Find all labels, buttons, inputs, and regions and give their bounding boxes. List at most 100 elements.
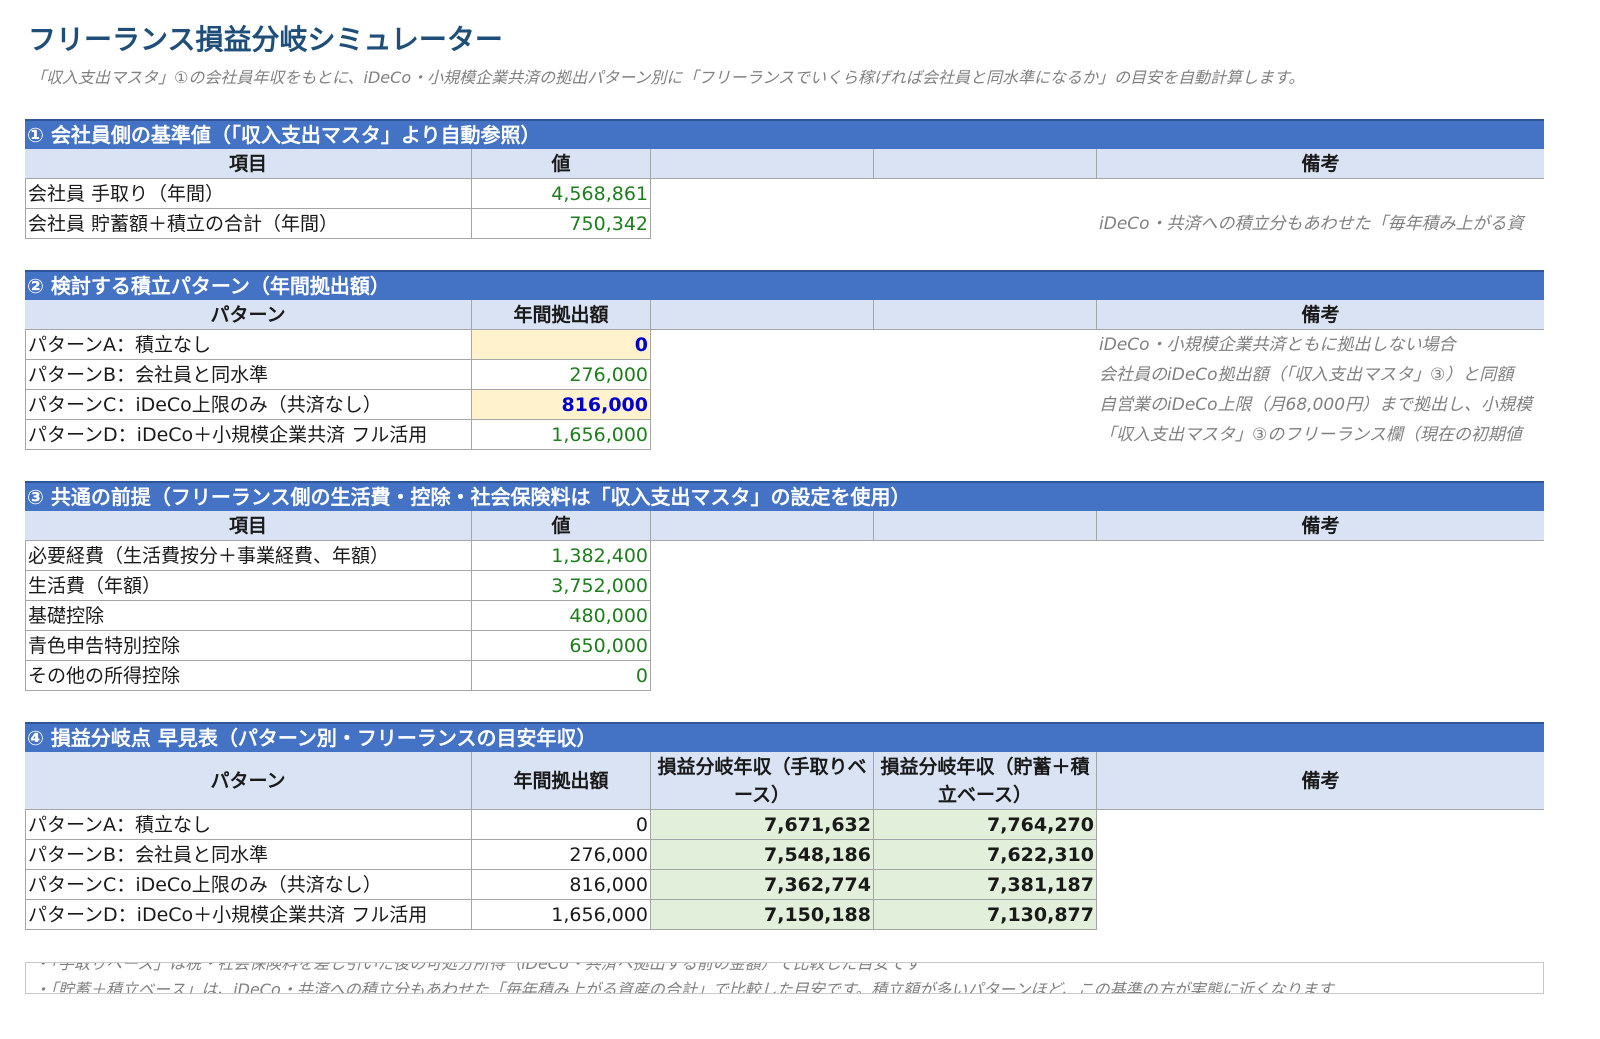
row-label[interactable]: パターンB：会社員と同水準 — [25, 360, 472, 390]
header-blank — [874, 511, 1097, 541]
row-label[interactable]: その他の所得控除 — [25, 661, 472, 691]
row-label[interactable]: パターンD：iDeCo＋小規模企業共済 フル活用 — [25, 900, 472, 930]
header-breakeven-takehome: 損益分岐年収（手取りベース） — [651, 752, 874, 810]
section-title: ① 会社員側の基準値（「収入支出マスタ」より自動参照） — [25, 119, 1544, 149]
breakeven-takehome[interactable]: 7,671,632 — [651, 810, 874, 840]
row-label[interactable]: パターンA：積立なし — [25, 330, 472, 360]
row-contribution[interactable]: 0 — [472, 810, 651, 840]
table-row: パターンC：iDeCo上限のみ（共済なし） 816,000 7,362,774 … — [25, 870, 1544, 900]
row-note[interactable]: iDeCo・小規模企業共済ともに拠出しない場合 — [1097, 330, 1544, 360]
header-blank — [874, 300, 1097, 330]
row-value[interactable]: 750,342 — [472, 209, 651, 239]
row-label[interactable]: 青色申告特別控除 — [25, 631, 472, 661]
row-label[interactable]: 生活費（年額） — [25, 571, 472, 601]
empty-cell[interactable] — [651, 209, 874, 239]
empty-cell[interactable] — [651, 360, 874, 390]
row-note[interactable]: 「収入支出マスタ」③のフリーランス欄（現在の初期値 — [1097, 420, 1544, 450]
row-label[interactable]: 会社員 貯蓄額＋積立の合計（年間） — [25, 209, 472, 239]
row-note[interactable]: 会社員のiDeCo拠出額（「収入支出マスタ」③）と同額 — [1097, 360, 1544, 390]
empty-cell[interactable] — [874, 390, 1097, 420]
section-title: ④ 損益分岐点 早見表（パターン別・フリーランスの目安年収） — [25, 722, 1544, 752]
empty-cell[interactable] — [874, 330, 1097, 360]
empty-cell[interactable] — [874, 179, 1097, 209]
page-title: フリーランス損益分岐シミュレーター — [28, 23, 503, 56]
breakeven-takehome[interactable]: 7,150,188 — [651, 900, 874, 930]
table-row: パターンB：会社員と同水準 276,000 7,548,186 7,622,31… — [25, 840, 1544, 870]
footnote-box[interactable]: ・「手取りベース」は税・社会保険料を差し引いた後の可処分所得（iDeCo・共済へ… — [25, 962, 1544, 994]
empty-cell[interactable] — [874, 420, 1097, 450]
breakeven-takehome[interactable]: 7,548,186 — [651, 840, 874, 870]
row-note[interactable] — [1097, 179, 1544, 209]
table-row: 生活費（年額） 3,752,000 — [25, 571, 1544, 601]
header-breakeven-savings: 損益分岐年収（貯蓄＋積立ベース） — [874, 752, 1097, 810]
footnote: ・「手取りベース」は税・社会保険料を差し引いた後の可処分所得（iDeCo・共済へ… — [34, 962, 921, 973]
table-row: 青色申告特別控除 650,000 — [25, 631, 1544, 661]
row-label[interactable]: 基礎控除 — [25, 601, 472, 631]
header-notes: 備考 — [1097, 511, 1544, 541]
table-row: 必要経費（生活費按分＋事業経費、年額） 1,382,400 — [25, 541, 1544, 571]
table-row: 基礎控除 480,000 — [25, 601, 1544, 631]
header-blank — [651, 300, 874, 330]
empty-cell[interactable] — [651, 420, 874, 450]
header-item: 項目 — [25, 149, 472, 179]
row-note[interactable]: 自営業のiDeCo上限（月68,000円）まで拠出し、小規模 — [1097, 390, 1544, 420]
row-label[interactable]: 必要経費（生活費按分＋事業経費、年額） — [25, 541, 472, 571]
row-value[interactable]: 480,000 — [472, 601, 651, 631]
header-value: 値 — [472, 511, 651, 541]
row-value[interactable]: 0 — [472, 661, 651, 691]
breakeven-savings[interactable]: 7,622,310 — [874, 840, 1097, 870]
empty-cell[interactable] — [874, 360, 1097, 390]
header-value: 値 — [472, 149, 651, 179]
table-row: 会社員 手取り（年間） 4,568,861 — [25, 179, 1544, 209]
row-value[interactable]: 4,568,861 — [472, 179, 651, 209]
section-breakeven-table: ④ 損益分岐点 早見表（パターン別・フリーランスの目安年収） パターン 年間拠出… — [25, 722, 1544, 930]
empty-cell[interactable] — [651, 390, 874, 420]
header-annual-contribution: 年間拠出額 — [472, 752, 651, 810]
header-row: パターン 年間拠出額 損益分岐年収（手取りベース） 損益分岐年収（貯蓄＋積立ベー… — [25, 752, 1544, 810]
header-pattern: パターン — [25, 300, 472, 330]
header-notes: 備考 — [1097, 752, 1544, 810]
table-row: パターンA：積立なし 0 iDeCo・小規模企業共済ともに拠出しない場合 — [25, 330, 1544, 360]
row-value[interactable]: 650,000 — [472, 631, 651, 661]
section-employee-baseline: ① 会社員側の基準値（「収入支出マスタ」より自動参照） 項目 値 備考 会社員 … — [25, 119, 1544, 239]
row-value[interactable]: 1,382,400 — [472, 541, 651, 571]
header-row: 項目 値 備考 — [25, 511, 1544, 541]
header-row: パターン 年間拠出額 備考 — [25, 300, 1544, 330]
header-item: 項目 — [25, 511, 472, 541]
contribution-input[interactable]: 816,000 — [472, 390, 651, 420]
header-pattern: パターン — [25, 752, 472, 810]
table-row: パターンD：iDeCo＋小規模企業共済 フル活用 1,656,000 7,150… — [25, 900, 1544, 930]
row-label[interactable]: パターンA：積立なし — [25, 810, 472, 840]
row-label[interactable]: 会社員 手取り（年間） — [25, 179, 472, 209]
header-row: 項目 値 備考 — [25, 149, 1544, 179]
row-contribution[interactable]: 1,656,000 — [472, 900, 651, 930]
footnote: ・「貯蓄＋積立ベース」は、iDeCo・共済への積立分もあわせた「毎年積み上がる資… — [34, 980, 1334, 994]
header-notes: 備考 — [1097, 300, 1544, 330]
row-note[interactable]: iDeCo・共済への積立分もあわせた「毎年積み上がる資 — [1097, 209, 1544, 239]
breakeven-takehome[interactable]: 7,362,774 — [651, 870, 874, 900]
row-label[interactable]: パターンC：iDeCo上限のみ（共済なし） — [25, 390, 472, 420]
section-common-assumptions: ③ 共通の前提（フリーランス側の生活費・控除・社会保険料は「収入支出マスタ」の設… — [25, 481, 1544, 691]
section-contribution-patterns: ② 検討する積立パターン（年間拠出額） パターン 年間拠出額 備考 パターンA：… — [25, 270, 1544, 450]
row-value[interactable]: 3,752,000 — [472, 571, 651, 601]
page-subtitle: 「収入支出マスタ」①の会社員年収をもとに、iDeCo・小規模企業共済の拠出パター… — [30, 68, 1305, 87]
table-row: パターンC：iDeCo上限のみ（共済なし） 816,000 自営業のiDeCo上… — [25, 390, 1544, 420]
section-title: ③ 共通の前提（フリーランス側の生活費・控除・社会保険料は「収入支出マスタ」の設… — [25, 481, 1544, 511]
table-row: パターンA：積立なし 0 7,671,632 7,764,270 — [25, 810, 1544, 840]
empty-cell[interactable] — [651, 330, 874, 360]
breakeven-savings[interactable]: 7,130,877 — [874, 900, 1097, 930]
contribution-input[interactable]: 0 — [472, 330, 651, 360]
row-label[interactable]: パターンD：iDeCo＋小規模企業共済 フル活用 — [25, 420, 472, 450]
header-notes: 備考 — [1097, 149, 1544, 179]
row-contribution[interactable]: 816,000 — [472, 870, 651, 900]
row-label[interactable]: パターンC：iDeCo上限のみ（共済なし） — [25, 870, 472, 900]
row-value[interactable]: 276,000 — [472, 360, 651, 390]
breakeven-savings[interactable]: 7,381,187 — [874, 870, 1097, 900]
breakeven-savings[interactable]: 7,764,270 — [874, 810, 1097, 840]
empty-cell[interactable] — [874, 209, 1097, 239]
table-row: その他の所得控除 0 — [25, 661, 1544, 691]
row-value[interactable]: 1,656,000 — [472, 420, 651, 450]
row-label[interactable]: パターンB：会社員と同水準 — [25, 840, 472, 870]
empty-cell[interactable] — [651, 179, 874, 209]
row-contribution[interactable]: 276,000 — [472, 840, 651, 870]
